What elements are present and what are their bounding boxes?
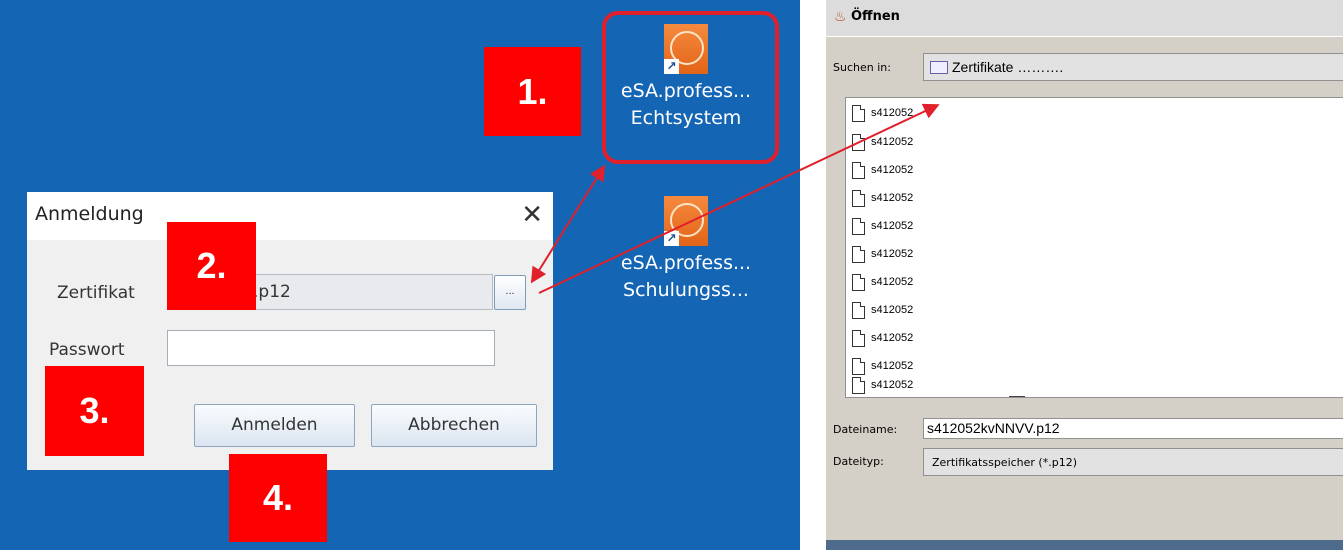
step-marker-3: 3. [45, 366, 144, 456]
step-marker-1: 1. [484, 47, 581, 136]
step-marker-4: 4. [229, 454, 327, 542]
arrow-browse-to-filelist [538, 103, 940, 294]
step-marker-2: 2. [167, 222, 256, 310]
arrow-icon-to-browse [530, 164, 606, 284]
